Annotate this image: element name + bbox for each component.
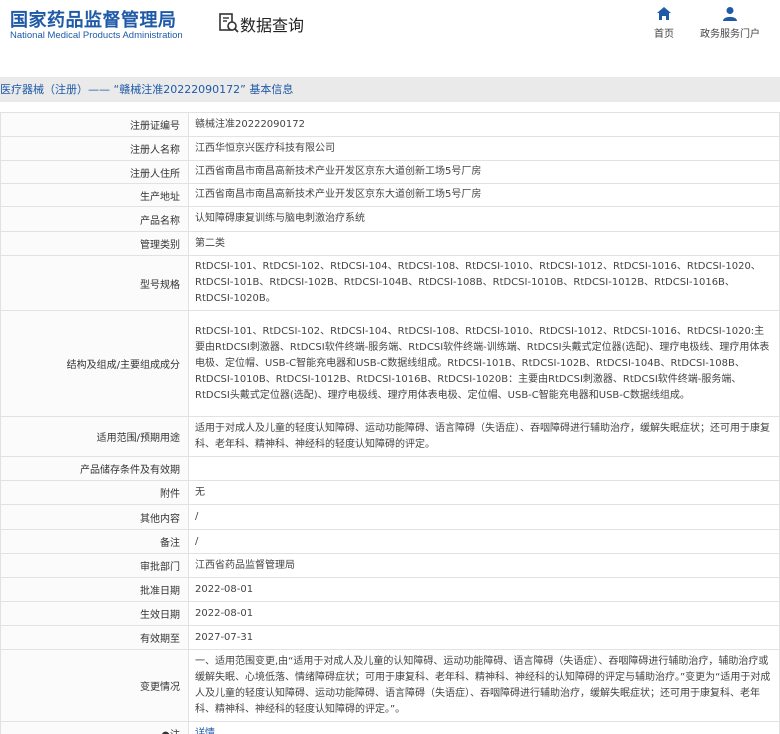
table-row: ●注 详情 xyxy=(0,721,780,734)
note-label: 注 xyxy=(170,730,180,734)
field-value: 江西省药品监督管理局 xyxy=(188,553,780,578)
table-row: 管理类别 第二类 xyxy=(0,231,780,256)
field-value: 认知障碍康复训练与脑电刺激治疗系统 xyxy=(188,206,780,232)
field-label: 备注 xyxy=(0,529,189,554)
field-label: 生效日期 xyxy=(0,601,189,626)
field-value: / xyxy=(188,529,780,554)
field-value: 2022-08-01 xyxy=(188,601,780,626)
breadcrumb: 医疗器械（注册）—— “赣械注准20222090172” 基本信息 xyxy=(0,77,780,102)
table-row: 注册人名称 江西华恒京兴医疗科技有限公司 xyxy=(0,136,780,161)
field-value: 适用于对成人及儿童的轻度认知障碍、运动功能障碍、语言障碍（失语症）、吞咽障碍进行… xyxy=(188,416,780,457)
table-row: 备注 / xyxy=(0,529,780,554)
field-label: 注册人住所 xyxy=(0,160,189,184)
field-value: / xyxy=(188,504,780,530)
field-value: 详情 xyxy=(188,721,780,734)
field-value: 无 xyxy=(188,480,780,505)
details-link[interactable]: 详情 xyxy=(195,728,215,734)
field-label: 注册证编号 xyxy=(0,112,189,137)
field-label: 生产地址 xyxy=(0,183,189,207)
search-document-icon xyxy=(219,13,239,33)
table-row: 产品名称 认知障碍康复训练与脑电刺激治疗系统 xyxy=(0,206,780,232)
site-logo-en[interactable]: National Medical Products Administration xyxy=(10,30,183,41)
field-value: RtDCSI-101、RtDCSI-102、RtDCSI-104、RtDCSI-… xyxy=(188,255,780,311)
field-label: ●注 xyxy=(0,721,189,734)
field-value: 江西省南昌市南昌高新技术产业开发区京东大道创新工场5号厂房 xyxy=(188,183,780,207)
table-row: 批准日期 2022-08-01 xyxy=(0,577,780,602)
field-label: 其他内容 xyxy=(0,504,189,530)
nav-service-portal-label: 政务服务门户 xyxy=(700,29,760,40)
field-value: 2027-07-31 xyxy=(188,625,780,650)
field-label: 变更情况 xyxy=(0,649,189,722)
table-row: 产品储存条件及有效期 xyxy=(0,456,780,481)
table-row: 生产地址 江西省南昌市南昌高新技术产业开发区京东大道创新工场5号厂房 xyxy=(0,183,780,207)
pin-icon: ● xyxy=(161,730,170,734)
field-value: 江西华恒京兴医疗科技有限公司 xyxy=(188,136,780,161)
field-label: 产品储存条件及有效期 xyxy=(0,456,189,481)
field-value: 赣械注准20222090172 xyxy=(188,112,780,137)
page-title: 数据查询 xyxy=(240,16,305,35)
table-row: 型号规格 RtDCSI-101、RtDCSI-102、RtDCSI-104、RtD… xyxy=(0,255,780,311)
table-row: 注册证编号 赣械注准20222090172 xyxy=(0,112,780,137)
field-label: 审批部门 xyxy=(0,553,189,578)
field-label: 有效期至 xyxy=(0,625,189,650)
table-row: 生效日期 2022-08-01 xyxy=(0,601,780,626)
table-row: 结构及组成/主要组成成分 RtDCSI-101、RtDCSI-102、RtDCSI… xyxy=(0,310,780,417)
field-value: 第二类 xyxy=(188,231,780,256)
field-label: 注册人名称 xyxy=(0,136,189,161)
field-value: 2022-08-01 xyxy=(188,577,780,602)
table-row: 有效期至 2027-07-31 xyxy=(0,625,780,650)
table-row: 审批部门 江西省药品监督管理局 xyxy=(0,553,780,578)
field-value: 江西省南昌市南昌高新技术产业开发区京东大道创新工场5号厂房 xyxy=(188,160,780,184)
field-label: 适用范围/预期用途 xyxy=(0,416,189,457)
field-label: 附件 xyxy=(0,480,189,505)
field-label: 产品名称 xyxy=(0,206,189,232)
table-row: 附件无 xyxy=(0,480,780,505)
table-row: 适用范围/预期用途 适用于对成人及儿童的轻度认知障碍、运动功能障碍、语言障碍（失语… xyxy=(0,416,780,457)
field-label: 批准日期 xyxy=(0,577,189,602)
field-label: 结构及组成/主要组成成分 xyxy=(0,310,189,417)
nav-service-portal[interactable]: 政务服务门户 xyxy=(700,6,760,40)
nav-home-label: 首页 xyxy=(654,29,674,40)
field-value: RtDCSI-101、RtDCSI-102、RtDCSI-104、RtDCSI-… xyxy=(188,310,780,417)
nav-home[interactable]: 首页 xyxy=(634,6,694,40)
field-value xyxy=(188,456,780,481)
table-row: 其他内容 / xyxy=(0,504,780,530)
field-label: 管理类别 xyxy=(0,231,189,256)
table-row: 注册人住所 江西省南昌市南昌高新技术产业开发区京东大道创新工场5号厂房 xyxy=(0,160,780,184)
home-icon xyxy=(657,7,671,20)
registration-info-table: 注册证编号 赣械注准20222090172 注册人名称 江西华恒京兴医疗科技有限公司… xyxy=(0,112,780,734)
field-label: 型号规格 xyxy=(0,255,189,311)
site-header: 国家药品监督管理局 National Medical Products Admi… xyxy=(0,0,780,48)
site-logo-cn[interactable]: 国家药品监督管理局 xyxy=(10,6,177,32)
table-row: 变更情况 一、适用范围变更,由“适用于对成人及儿童的认知障碍、运动功能障碍、语言障… xyxy=(0,649,780,722)
field-value: 一、适用范围变更,由“适用于对成人及儿童的认知障碍、运动功能障碍、语言障碍（失语… xyxy=(188,649,780,722)
user-icon xyxy=(723,7,737,21)
